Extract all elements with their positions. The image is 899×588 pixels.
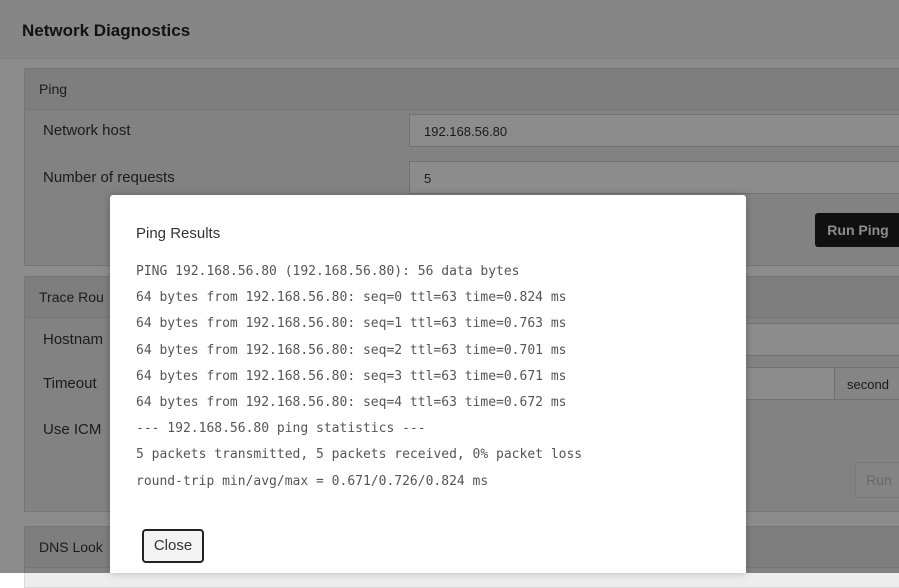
output-line: 64 bytes from 192.168.56.80: seq=3 ttl=6… [136, 368, 567, 384]
output-line: 64 bytes from 192.168.56.80: seq=2 ttl=6… [136, 342, 567, 358]
output-line: 64 bytes from 192.168.56.80: seq=1 ttl=6… [136, 316, 567, 332]
close-button[interactable]: Close [142, 529, 204, 563]
output-line: --- 192.168.56.80 ping statistics --- [136, 421, 426, 437]
ping-output: PING 192.168.56.80 (192.168.56.80): 56 d… [136, 259, 582, 495]
output-line: 5 packets transmitted, 5 packets receive… [136, 447, 583, 463]
output-line: PING 192.168.56.80 (192.168.56.80): 56 d… [136, 264, 520, 279]
output-line: 64 bytes from 192.168.56.80: seq=0 ttl=6… [136, 290, 567, 306]
ping-results-dialog: Ping Results PING 192.168.56.80 (192.168… [110, 195, 746, 573]
dialog-title: Ping Results [136, 225, 221, 242]
output-line: 64 bytes from 192.168.56.80: seq=4 ttl=6… [136, 395, 567, 411]
output-line: round-trip min/avg/max = 0.671/0.726/0.8… [136, 473, 489, 489]
